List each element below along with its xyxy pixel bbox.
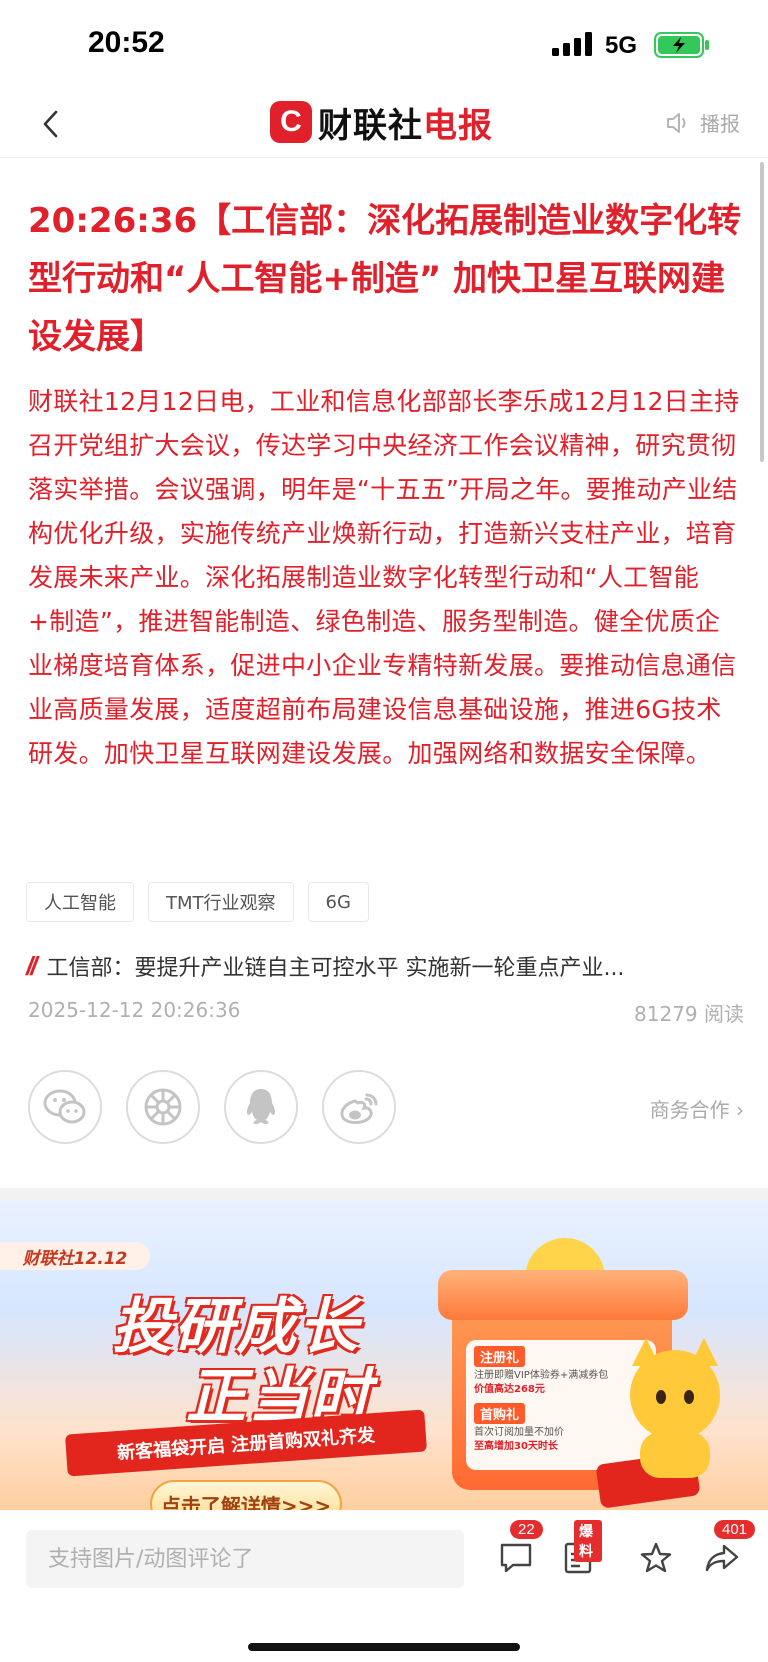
article-meta: 2025-12-12 20:26:36 81279 阅读 [28,998,744,1027]
article-body: 财联社12月12日电，工业和信息化部部长李乐成12月12日主持召开党组扩大会议，… [28,387,740,768]
share-qq-button[interactable] [224,1070,298,1144]
comments-button[interactable]: 22 [492,1520,543,1582]
related-article-title: 工信部：要提升产业链自主可控水平 实施新一轮重点产业... [46,956,625,981]
publish-datetime: 2025-12-12 20:26:36 [28,998,241,1022]
wechat-icon [43,1089,86,1124]
mascot-eye [656,1390,666,1404]
gift-registration-title: 注册礼 [474,1346,526,1367]
broadcast-label: 播报 [700,112,740,136]
gift-first-purchase-title: 首购礼 [474,1403,526,1424]
tag-item[interactable]: 6G [307,882,369,922]
mascot-illustration [630,1350,720,1440]
mascot-eye [684,1390,694,1404]
share-moments-button[interactable] [126,1070,200,1144]
weibo-icon [340,1093,378,1125]
comment-count-badge: 22 [510,1520,543,1539]
nav-bar: C 财联社 电报 播报 [0,90,768,158]
report-button[interactable]: 爆料 [554,1520,602,1582]
chevron-left-icon [43,110,58,138]
battery-icon [654,32,709,58]
moments-icon [144,1088,182,1126]
qq-icon [246,1089,276,1124]
favorite-button[interactable] [632,1534,680,1582]
related-mark-icon: // [26,950,38,981]
tag-item[interactable]: TMT行业观察 [148,882,294,922]
comment-icon [500,1543,532,1573]
share-button[interactable]: 401 [698,1520,756,1582]
share-arrow-icon [705,1544,739,1572]
read-count: 81279 阅读 [634,1002,744,1026]
app-logo: C 财联社 电报 [270,96,493,148]
home-indicator[interactable] [248,1643,520,1651]
gift-registration-line: 注册即赠VIP体验券+满减券包 [474,1370,609,1381]
share-row: 商务合作 › [28,1070,744,1144]
back-button[interactable] [30,102,70,146]
status-bar: 20:52 5G [0,0,768,90]
gift-first-purchase-value: 至高增加30天时长 [474,1441,558,1452]
business-cooperation-link[interactable]: 商务合作 › [650,1094,744,1123]
gift-info-card: 注册礼 注册即赠VIP体验券+满减券包 价值高达268元 首购礼 首次订阅加量不… [466,1340,656,1470]
gift-lid [438,1270,688,1320]
star-icon [640,1542,672,1573]
article-headline: 20:26:36【工信部：深化拓展制造业数字化转型行动和“人工智能+制造” 加快… [28,201,742,357]
gift-first-purchase-line: 首次订阅加量不加价 [474,1427,564,1438]
status-time: 20:52 [88,26,165,59]
speaker-icon [667,112,686,133]
related-article-link[interactable]: // 工信部：要提升产业链自主可控水平 实施新一轮重点产业... [26,946,742,986]
broadcast-button[interactable]: 播报 [666,108,740,137]
banner-tag: 财联社12.12 [0,1242,150,1270]
section-divider [0,1188,768,1200]
bottom-action-bar: 22 爆料 401 [0,1510,768,1662]
logo-text-primary: 财联社 [318,105,423,146]
promo-banner[interactable]: 财联社12.12 投研成长 正当时 新客福袋开启 注册首购双礼齐发 点击了解详情… [0,1200,768,1510]
tag-item[interactable]: 人工智能 [26,882,134,922]
share-wechat-button[interactable] [28,1070,102,1144]
banner-cta-button[interactable]: 点击了解详情>>> [150,1480,342,1510]
network-type: 5G [605,32,638,59]
share-count-badge: 401 [714,1520,756,1539]
logo-badge: C [270,101,312,143]
gift-registration-value: 价值高达268元 [474,1384,545,1395]
scrollbar[interactable] [760,162,764,462]
mascot-body [640,1432,710,1478]
comment-input[interactable] [26,1530,464,1588]
report-badge: 爆料 [574,1520,602,1562]
signal-icon [552,32,592,56]
tag-list: 人工智能 TMT行业观察 6G [26,882,369,922]
logo-text-accent: 电报 [423,105,493,146]
share-weibo-button[interactable] [322,1070,396,1144]
